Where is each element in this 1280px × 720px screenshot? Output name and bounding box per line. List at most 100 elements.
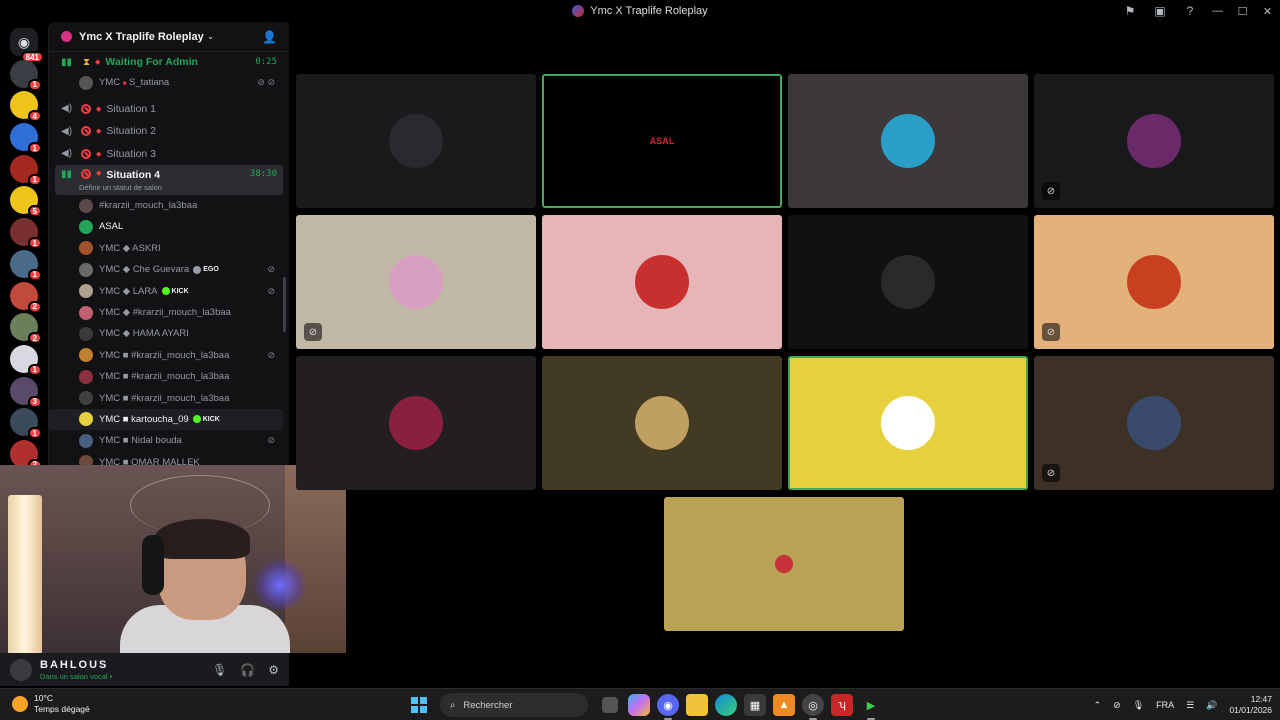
participant-tile[interactable]	[296, 74, 536, 208]
voice-member[interactable]: YMC ■ #krarzii_mouch_la3baa	[49, 366, 289, 387]
speaker-icon: ◀)	[61, 103, 73, 115]
weather-temperature: 10°C	[34, 693, 53, 703]
maximize-button[interactable]: ☐	[1230, 0, 1255, 22]
server-icon[interactable]: 4	[10, 91, 42, 123]
weather-widget[interactable]: 10°C Temps dégagé	[12, 693, 90, 715]
server-icon[interactable]: 1	[10, 408, 42, 440]
voice-channel-waiting[interactable]: ▮▮ ⧗ ◆ Waiting For Admin 0:25	[49, 52, 289, 72]
help-icon[interactable]: ?	[1175, 0, 1205, 22]
voice-member[interactable]: YMC ■ S_tatiana ⊘ ⊘	[49, 72, 289, 93]
participant-tile[interactable]: ASAL	[542, 74, 782, 208]
server-icon[interactable]: 5	[10, 186, 42, 218]
headphones-icon[interactable]: 🎧	[240, 663, 255, 677]
volume-icon[interactable]: 🔊	[1206, 700, 1217, 711]
edge-browser-icon[interactable]	[715, 694, 737, 716]
voice-member[interactable]: YMC ◆ HAMA AYARI	[49, 323, 289, 344]
voice-channel-situation-4[interactable]: ▮▮ ◆ Situation 4 38:30 Définir un statut…	[55, 164, 283, 195]
clock-date: 01/01/2026	[1229, 705, 1272, 715]
server-badge: 1	[27, 363, 42, 376]
speaker-icon: ◀)	[61, 148, 73, 160]
participant-tile[interactable]	[788, 215, 1028, 349]
voice-member[interactable]: YMC ■ kartoucha_09 KICK	[49, 408, 283, 431]
participant-tile[interactable]	[664, 497, 904, 631]
file-explorer-icon[interactable]	[686, 694, 708, 716]
system-tray: ⌃ ⊘ 🎙 FRA ☰ 🔊 12:47 01/01/2026	[1094, 693, 1272, 717]
invite-member-icon[interactable]: 👤	[262, 30, 277, 44]
close-button[interactable]: ✕	[1255, 0, 1280, 22]
server-icon[interactable]: 1	[10, 123, 42, 155]
server-icon[interactable]: 1	[10, 218, 42, 250]
clock[interactable]: 12:47 01/01/2026	[1229, 694, 1272, 716]
voice-member[interactable]: YMC ■ OMAR MALLEK	[49, 452, 289, 465]
channel-timer: 0:25	[255, 57, 277, 67]
no-entry-icon	[81, 168, 91, 179]
channel-name: Situation 4	[106, 168, 161, 181]
voice-channel-situation-1[interactable]: ◀) ◆ Situation 1	[49, 97, 289, 120]
server-icon[interactable]: 1	[10, 154, 42, 186]
sidebar-scrollbar[interactable]	[283, 277, 286, 332]
server-badge: 1	[27, 237, 42, 250]
participant-avatar	[389, 114, 443, 168]
voice-member[interactable]: ASAL	[49, 216, 289, 237]
participant-tile[interactable]	[788, 74, 1028, 208]
network-icon[interactable]: ⊘	[1113, 700, 1121, 711]
settings-gear-icon[interactable]: ⚙	[268, 663, 279, 677]
participant-tile[interactable]	[542, 356, 782, 490]
voice-member[interactable]: YMC ■ #krarzii_mouch_la3baa ⊘	[49, 345, 289, 366]
muted-icon: ⊘	[267, 264, 275, 275]
server-icon[interactable]: 2	[10, 439, 42, 465]
server-icon[interactable]: 3	[10, 376, 42, 408]
minimize-button[interactable]: —	[1205, 0, 1230, 22]
voice-member[interactable]: YMC ◆ #krarzii_mouch_la3baa	[49, 302, 289, 323]
copilot-icon[interactable]	[628, 694, 650, 716]
participant-tile[interactable]	[788, 356, 1028, 490]
discord-home-icon[interactable]: ◉ 841	[10, 28, 44, 63]
server-icon[interactable]: 1	[10, 344, 42, 376]
member-name: ASAL	[99, 221, 124, 233]
participant-tile[interactable]	[542, 215, 782, 349]
microphone-icon[interactable]: 🎙	[212, 663, 227, 677]
mic-tray-icon[interactable]: 🎙	[1133, 700, 1144, 711]
store-icon[interactable]: ▦	[744, 694, 766, 716]
member-name: YMC ◆ HAMA AYARI	[99, 328, 189, 340]
participant-tile[interactable]: ⊘	[296, 215, 536, 349]
voice-member[interactable]: YMC ◆ LARA KICK ⊘	[49, 280, 289, 301]
guild-name: Ymc X Traplife Roleplay	[79, 30, 204, 43]
discord-icon[interactable]: ◉	[657, 694, 679, 720]
participant-tile[interactable]	[296, 356, 536, 490]
wifi-icon[interactable]: ☰	[1186, 700, 1194, 711]
muted-icon: ⊘	[1042, 464, 1060, 482]
server-icon[interactable]: 2	[10, 281, 42, 313]
server-icon[interactable]: 2	[10, 313, 42, 345]
guild-header[interactable]: Ymc X Traplife Roleplay ⌄ 👤	[49, 22, 289, 52]
inbox-icon[interactable]: ▣	[1145, 0, 1175, 22]
voice-channel-situation-2[interactable]: ◀) ◆ Situation 2	[49, 120, 289, 143]
avatar	[79, 369, 93, 384]
app-green-icon[interactable]: ▶	[860, 694, 882, 720]
task-view-icon[interactable]	[602, 697, 618, 713]
server-icon[interactable]: 1	[10, 59, 42, 91]
voice-member[interactable]: YMC ◆ ASKRI	[49, 238, 289, 259]
channel-name: Situation 2	[106, 125, 157, 138]
voice-member[interactable]: #krarzii_mouch_la3baa	[49, 195, 289, 216]
flag-icon[interactable]: ⚑	[1115, 0, 1145, 22]
participant-tile[interactable]: ⊘	[1034, 74, 1274, 208]
participant-tile[interactable]: ⊘	[1034, 356, 1274, 490]
language-indicator[interactable]: FRA	[1156, 700, 1174, 710]
hair	[154, 519, 250, 559]
voice-channel-situation-3[interactable]: ◀) ◆ Situation 3	[49, 142, 289, 165]
taskbar-search[interactable]: ⌕ Rechercher	[440, 693, 588, 717]
streamer	[120, 519, 290, 653]
participant-tile[interactable]: ⊘	[1034, 215, 1274, 349]
app-red-icon[interactable]: ʮ	[831, 694, 853, 716]
channel-status-text[interactable]: Définir un statut de salon	[79, 183, 162, 192]
user-avatar[interactable]	[10, 658, 32, 681]
app-orange-icon[interactable]: ▲	[773, 694, 795, 716]
chrome-icon[interactable]: ◎	[802, 694, 824, 720]
voice-member[interactable]: YMC ■ #krarzii_mouch_la3baa	[49, 387, 289, 408]
voice-member[interactable]: YMC ◆ Che Guevara EGO ⊘	[49, 259, 289, 280]
chevron-up-icon[interactable]: ⌃	[1094, 700, 1102, 711]
voice-member[interactable]: YMC ■ Nidal bouda ⊘	[49, 430, 289, 451]
windows-start-icon[interactable]	[408, 694, 430, 716]
server-icon[interactable]: 1	[10, 249, 42, 281]
